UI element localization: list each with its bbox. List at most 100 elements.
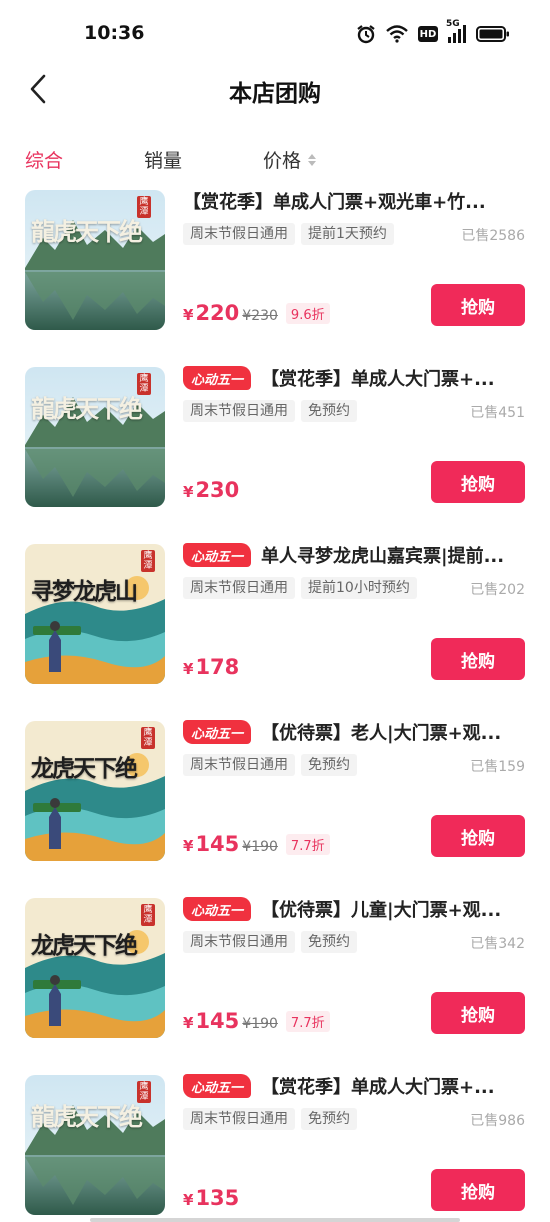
thumb-seal: 鹰潭: [141, 550, 155, 572]
page-title: 本店团购: [229, 81, 321, 107]
price: 178: [195, 655, 240, 679]
thumb-seal: 鹰潭: [137, 373, 151, 395]
sold-count: 已售342: [470, 936, 525, 952]
currency-symbol: ¥: [183, 483, 194, 501]
tag: 周末节假日通用: [183, 223, 295, 245]
sold-count: 已售986: [470, 1113, 525, 1129]
product-title-text: 单人寻梦龙虎山嘉宾票|提前...: [261, 546, 505, 567]
sold-count: 已售202: [470, 582, 525, 598]
product-list: 龍虎天下绝 鹰潭 【赏花季】单成人门票+观光車+竹... 周末节假日通用 提前1…: [0, 188, 550, 1222]
sort-tab-label: 销量: [144, 150, 183, 172]
product-title-text: 【赏花季】单成人大门票+...: [261, 1077, 495, 1098]
thumb-title-text: 龍虎天下绝: [31, 1102, 143, 1131]
sort-tab-label: 价格: [263, 150, 302, 172]
price-row: ¥ 178: [183, 655, 239, 679]
signal-icon: 5G: [446, 19, 466, 43]
promo-badge: 心动五一: [183, 366, 252, 390]
buy-button[interactable]: 抢购: [431, 992, 525, 1034]
thumb-title-text: 龍虎天下绝: [31, 217, 143, 246]
price: 135: [195, 1186, 240, 1210]
price-row: ¥ 145 ¥190 7.7折: [183, 1009, 330, 1033]
nav-bar: 本店团购: [0, 62, 550, 118]
product-title[interactable]: 【赏花季】单成人门票+观光車+竹...: [183, 188, 525, 214]
sort-tab-sales[interactable]: 销量: [144, 146, 182, 173]
tag: 免预约: [301, 400, 357, 422]
price-row: ¥ 135: [183, 1186, 239, 1210]
product-tags: 周末节假日通用 免预约: [183, 1108, 357, 1130]
tag: 周末节假日通用: [183, 577, 295, 599]
product-tags: 周末节假日通用 免预约: [183, 754, 357, 776]
product-tags: 周末节假日通用 免预约: [183, 400, 357, 422]
thumb-seal: 鹰潭: [137, 1081, 151, 1103]
price: 145: [195, 832, 240, 856]
currency-symbol: ¥: [183, 837, 194, 855]
original-price: ¥190: [242, 1016, 278, 1032]
product-thumbnail[interactable]: 龙虎天下绝 鹰潭: [25, 721, 165, 861]
product-title[interactable]: 心动五一 【优待票】儿童|大门票+观...: [183, 896, 525, 922]
product-title-text: 【赏花季】单成人门票+观光車+竹...: [183, 192, 486, 213]
product-thumbnail[interactable]: 龙虎天下绝 鹰潭: [25, 898, 165, 1038]
tag: 免预约: [301, 1108, 357, 1130]
signal-5g-label: 5G: [446, 19, 460, 29]
wifi-icon: [386, 25, 408, 43]
discount-badge: 7.7折: [285, 1010, 330, 1032]
tag: 周末节假日通用: [183, 1108, 295, 1130]
price: 230: [195, 478, 240, 502]
buy-button[interactable]: 抢购: [431, 638, 525, 680]
thumb-title-text: 龙虎天下绝: [31, 755, 138, 782]
price: 145: [195, 1009, 240, 1033]
product-tags: 周末节假日通用 提前1天预约: [183, 223, 394, 245]
status-time: 10:36: [84, 22, 145, 44]
product-thumbnail[interactable]: 龍虎天下绝 鹰潭: [25, 367, 165, 507]
currency-symbol: ¥: [183, 1191, 194, 1209]
list-item[interactable]: 寻梦龙虎山 鹰潭 心动五一 单人寻梦龙虎山嘉宾票|提前... 周末节假日通用 提…: [0, 542, 550, 719]
original-price: ¥190: [242, 839, 278, 855]
sort-tab-label: 综合: [25, 150, 64, 172]
product-title[interactable]: 心动五一 【优待票】老人|大门票+观...: [183, 719, 525, 745]
sold-count: 已售451: [470, 405, 525, 421]
price: 220: [195, 301, 240, 325]
tag: 周末节假日通用: [183, 400, 295, 422]
promo-badge: 心动五一: [183, 720, 252, 744]
discount-badge: 9.6折: [285, 302, 330, 324]
product-title[interactable]: 心动五一 【赏花季】单成人大门票+...: [183, 1073, 525, 1099]
thumb-title-text: 寻梦龙虎山: [31, 578, 138, 605]
product-tags: 周末节假日通用 提前10小时预约: [183, 577, 417, 599]
promo-badge: 心动五一: [183, 897, 252, 921]
buy-button[interactable]: 抢购: [431, 461, 525, 503]
currency-symbol: ¥: [183, 1014, 194, 1032]
tag: 免预约: [301, 931, 357, 953]
sort-arrows-icon: [308, 153, 317, 166]
promo-badge: 心动五一: [183, 543, 252, 567]
list-item[interactable]: 龍虎天下绝 鹰潭 【赏花季】单成人门票+观光車+竹... 周末节假日通用 提前1…: [0, 188, 550, 365]
discount-badge: 7.7折: [285, 833, 330, 855]
list-item[interactable]: 龙虎天下绝 鹰潭 心动五一 【优待票】儿童|大门票+观... 周末节假日通用 免…: [0, 896, 550, 1073]
thumb-seal: 鹰潭: [141, 727, 155, 749]
buy-button[interactable]: 抢购: [431, 815, 525, 857]
product-title-text: 【优待票】儿童|大门票+观...: [261, 900, 502, 921]
tag: 提前1天预约: [301, 223, 394, 245]
product-tags: 周末节假日通用 免预约: [183, 931, 357, 953]
tag: 免预约: [301, 754, 357, 776]
buy-button[interactable]: 抢购: [431, 284, 525, 326]
sort-tab-comprehensive[interactable]: 综合: [25, 146, 63, 173]
product-thumbnail[interactable]: 龍虎天下绝 鹰潭: [25, 190, 165, 330]
hd-icon: HD: [418, 26, 438, 42]
product-title[interactable]: 心动五一 【赏花季】单成人大门票+...: [183, 365, 525, 391]
product-title[interactable]: 心动五一 单人寻梦龙虎山嘉宾票|提前...: [183, 542, 525, 568]
list-item[interactable]: 龍虎天下绝 鹰潭 心动五一 【赏花季】单成人大门票+... 周末节假日通用 免预…: [0, 365, 550, 542]
thumb-title-text: 龍虎天下绝: [31, 394, 143, 423]
product-thumbnail[interactable]: 寻梦龙虎山 鹰潭: [25, 544, 165, 684]
tag: 周末节假日通用: [183, 931, 295, 953]
list-item[interactable]: 龍虎天下绝 鹰潭 心动五一 【赏花季】单成人大门票+... 周末节假日通用 免预…: [0, 1073, 550, 1222]
price-row: ¥ 220 ¥230 9.6折: [183, 301, 330, 325]
product-thumbnail[interactable]: 龍虎天下绝 鹰潭: [25, 1075, 165, 1215]
sold-count: 已售159: [470, 759, 525, 775]
buy-button[interactable]: 抢购: [431, 1169, 525, 1211]
promo-badge: 心动五一: [183, 1074, 252, 1098]
sort-tab-price[interactable]: 价格: [263, 146, 317, 173]
list-item[interactable]: 龙虎天下绝 鹰潭 心动五一 【优待票】老人|大门票+观... 周末节假日通用 免…: [0, 719, 550, 896]
thumb-seal: 鹰潭: [137, 196, 151, 218]
original-price: ¥230: [242, 308, 278, 324]
home-indicator: [90, 1218, 460, 1222]
